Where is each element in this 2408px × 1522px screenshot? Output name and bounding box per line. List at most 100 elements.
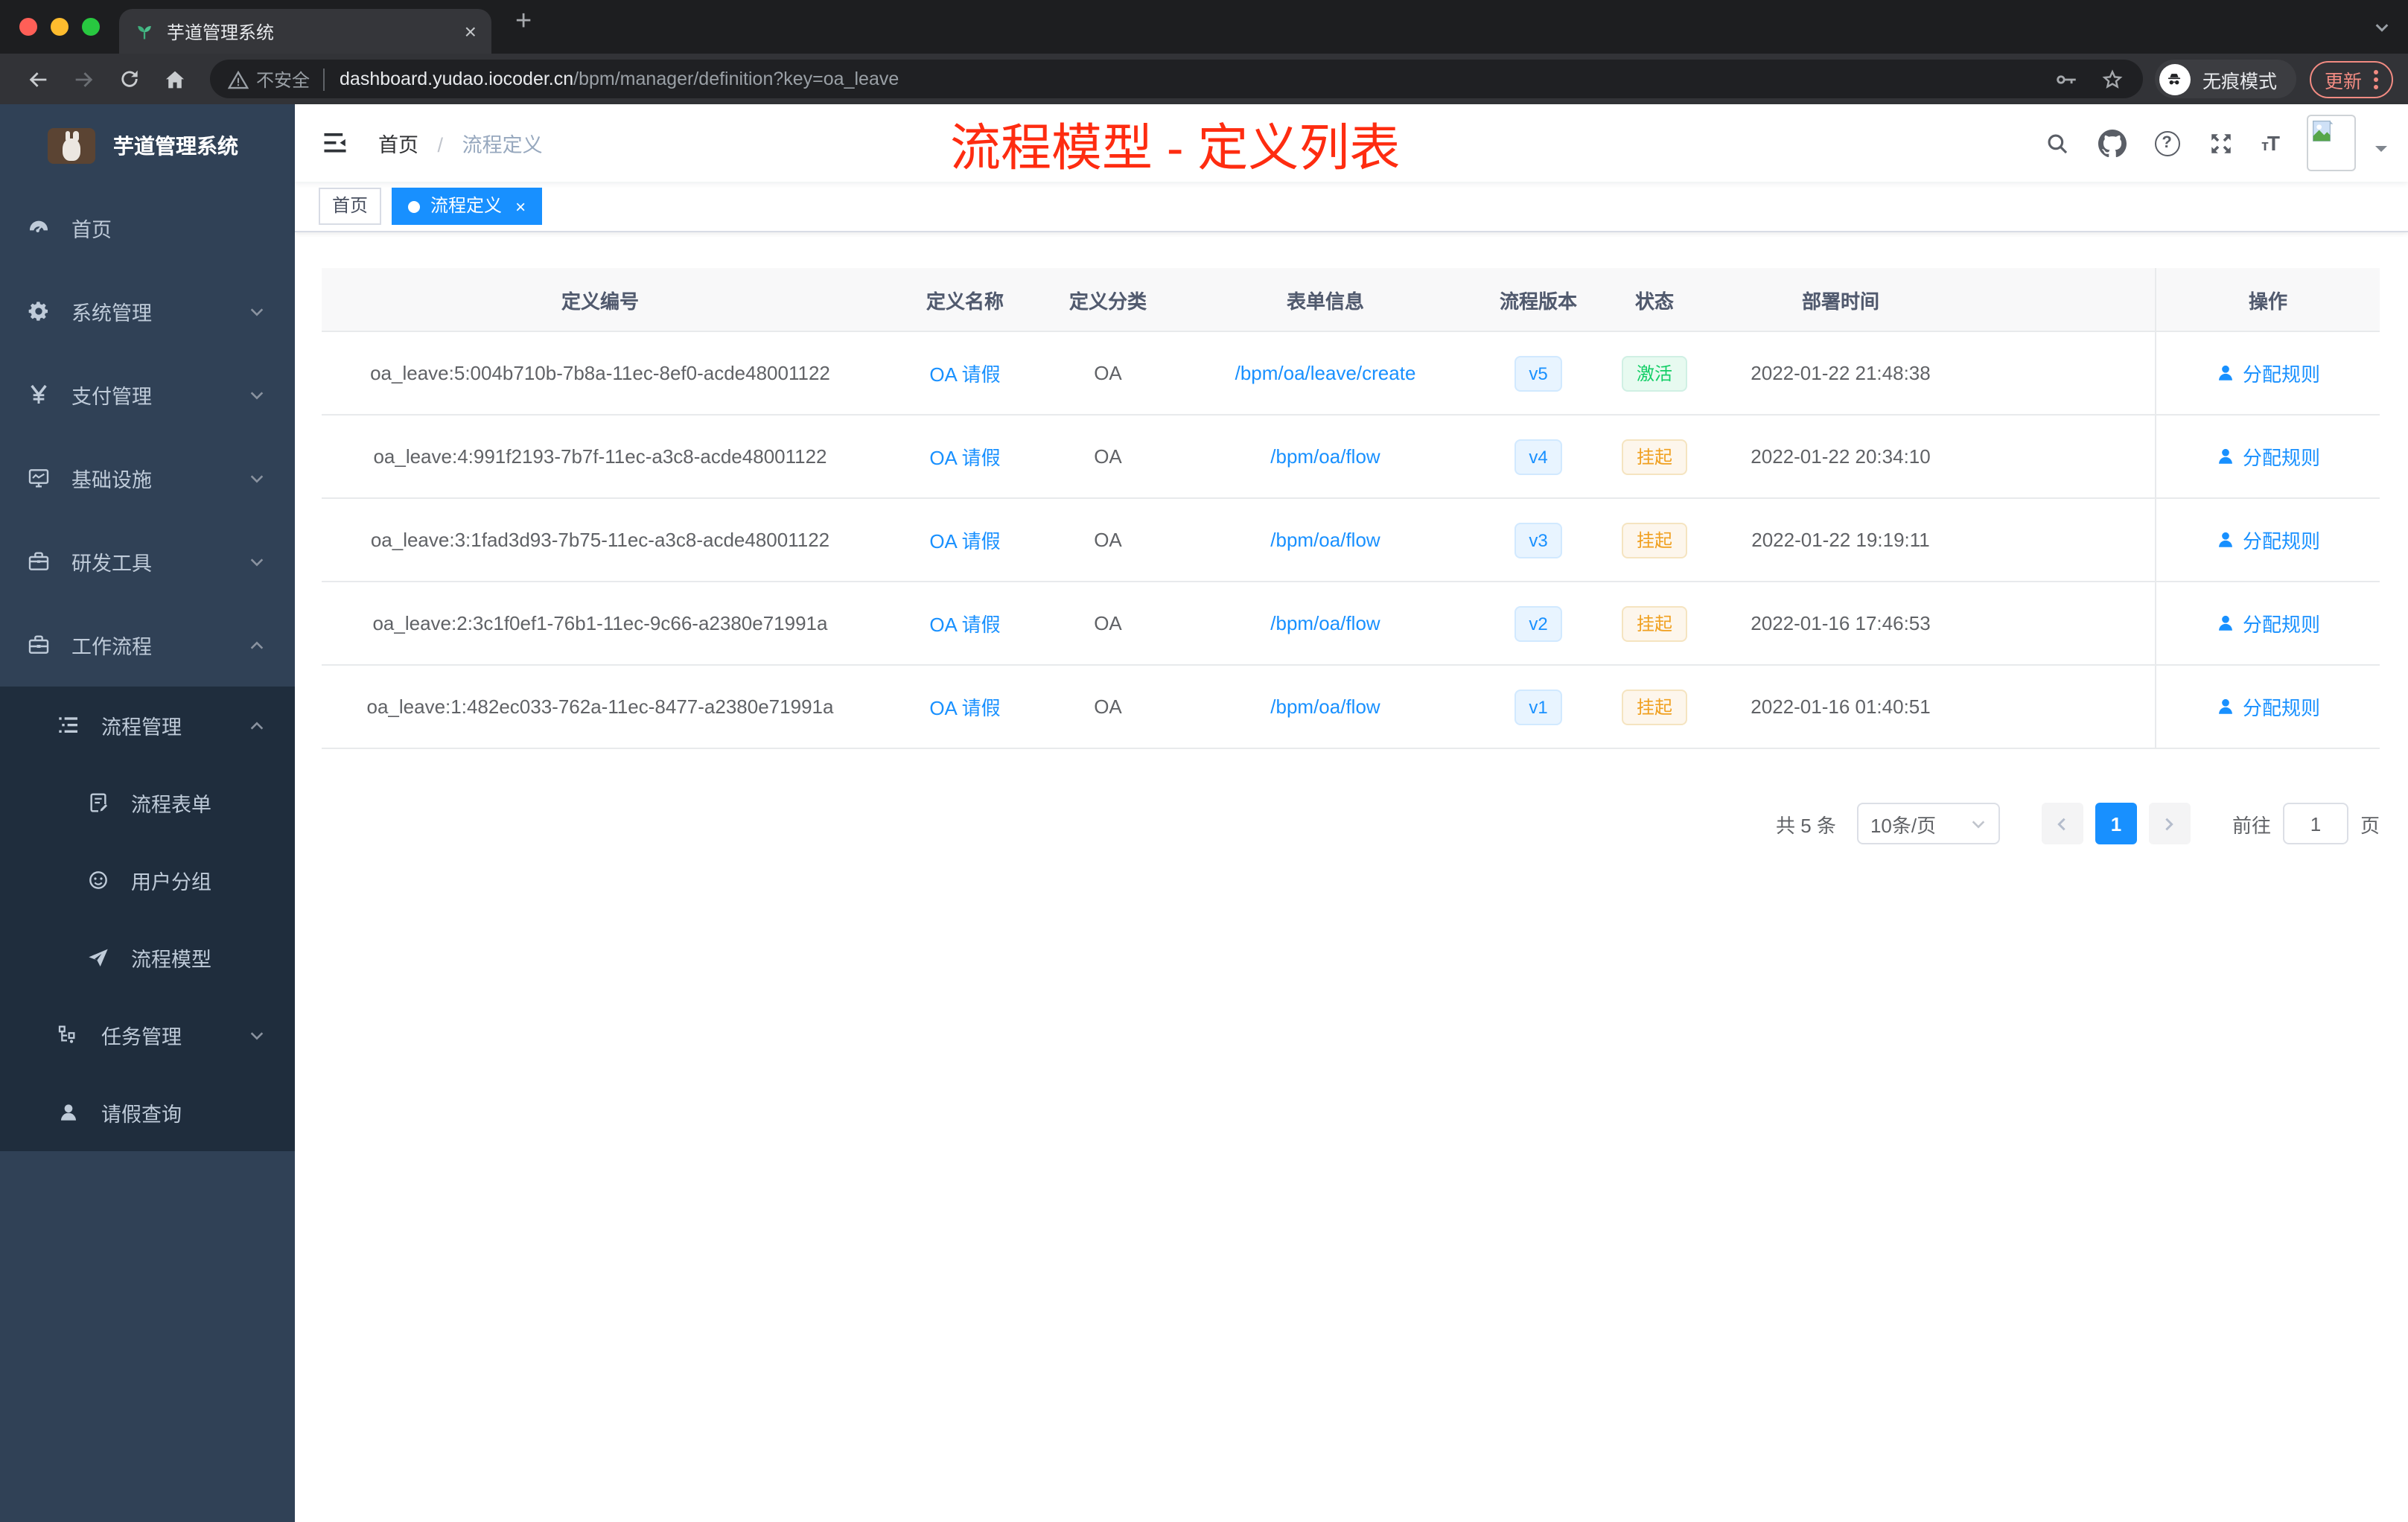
deploy-time: 2022-01-16 17:46:53: [1751, 612, 1931, 634]
definition-name-link[interactable]: OA 请假: [929, 442, 1000, 471]
app-header: 首页 / 流程定义 流程模型 - 定义列表 ? тT: [295, 104, 2408, 182]
sidebar-item-payment[interactable]: 支付管理: [0, 353, 295, 436]
browser-menu-dots-icon[interactable]: [2374, 69, 2378, 89]
definition-name-link[interactable]: OA 请假: [929, 359, 1000, 387]
current-page-button[interactable]: 1: [2095, 803, 2137, 844]
sidebar-item-user-group[interactable]: 用户分组: [0, 841, 295, 919]
sidebar-item-home[interactable]: 首页: [0, 186, 295, 270]
goto-page-input[interactable]: [2282, 803, 2348, 844]
definition-table: 定义编号 定义名称 定义分类 表单信息 流程版本 状态 部署时间 操作 oa_l…: [322, 268, 2380, 749]
assign-rule-link[interactable]: 分配规则: [2216, 359, 2320, 387]
tab-close-icon[interactable]: ×: [465, 21, 477, 42]
status-badge: 挂起: [1621, 605, 1687, 641]
goto-label: 前往: [2232, 814, 2271, 836]
password-key-icon[interactable]: [2054, 66, 2079, 92]
home-button[interactable]: [162, 66, 188, 92]
search-icon[interactable]: [2044, 130, 2069, 156]
close-window-button[interactable]: [19, 18, 37, 36]
table-header-row: 定义编号 定义名称 定义分类 表单信息 流程版本 状态 部署时间 操作: [322, 268, 2380, 332]
page-size-select[interactable]: 10条/页: [1856, 803, 2000, 844]
sidebar-logo[interactable]: 芋道管理系统: [0, 104, 295, 186]
reload-button[interactable]: [118, 67, 141, 91]
version-badge: v1: [1514, 689, 1563, 725]
fullscreen-icon[interactable]: [2208, 130, 2233, 156]
tag-close-icon[interactable]: ×: [515, 197, 526, 215]
form-info-link[interactable]: /bpm/oa/flow: [1270, 695, 1380, 718]
sidebar-item-process-model[interactable]: 流程模型: [0, 919, 295, 996]
chevron-up-icon: [250, 640, 264, 649]
form-info-link[interactable]: /bpm/oa/flow: [1270, 529, 1380, 551]
zoom-window-button[interactable]: [82, 18, 100, 36]
col-header-version: 流程版本: [1499, 290, 1577, 312]
definition-category: OA: [1094, 612, 1122, 634]
url-separator: [323, 68, 325, 90]
sidebar-item-task-mgmt[interactable]: 任务管理: [0, 996, 295, 1074]
red-annotation: 流程模型 - 定义列表: [950, 121, 1401, 177]
table-row: oa_leave:2:3c1f0ef1-76b1-11ec-9c66-a2380…: [322, 582, 2380, 666]
definition-name-link[interactable]: OA 请假: [929, 609, 1000, 637]
form-info-link[interactable]: /bpm/oa/flow: [1270, 445, 1380, 468]
sidebar-item-system[interactable]: 系统管理: [0, 270, 295, 353]
workflow-submenu: 流程管理 流程表单 用户分组 流程模型 任务管理 请假查询: [0, 687, 295, 1151]
table-row: oa_leave:3:1fad3d93-7b75-11ec-a3c8-acde4…: [322, 499, 2380, 582]
logo-title: 芋道管理系统: [113, 133, 238, 157]
status-badge: 激活: [1621, 355, 1687, 391]
tags-view-bar: 首页 流程定义 ×: [295, 182, 2408, 232]
user-icon: [61, 1104, 76, 1121]
deploy-time: 2022-01-16 01:40:51: [1751, 695, 1931, 718]
assign-rule-link[interactable]: 分配规则: [2216, 609, 2320, 637]
prev-page-button[interactable]: [2041, 803, 2083, 844]
help-icon[interactable]: ?: [2154, 130, 2180, 156]
breadcrumb: 首页 / 流程定义: [378, 128, 543, 158]
sidebar-fold-icon[interactable]: [322, 131, 348, 155]
sidebar-item-devtools[interactable]: 研发工具: [0, 520, 295, 603]
incognito-badge: 无痕模式: [2154, 60, 2296, 98]
address-bar[interactable]: 不安全 dashboard.yudao.iocoder.cn/bpm/manag…: [210, 60, 2143, 98]
github-icon[interactable]: [2098, 129, 2127, 157]
assign-rule-link[interactable]: 分配规则: [2216, 692, 2320, 721]
version-badge: v2: [1514, 605, 1563, 641]
chevron-down-icon: [250, 558, 264, 566]
definition-category: OA: [1094, 695, 1122, 718]
back-button[interactable]: [25, 66, 51, 92]
list-tree-icon: [59, 717, 77, 733]
tag-home[interactable]: 首页: [319, 188, 382, 225]
pagination-total: 共 5 条: [1776, 814, 1836, 836]
sidebar-item-process-mgmt[interactable]: 流程管理: [0, 687, 295, 764]
form-info-link[interactable]: /bpm/oa/flow: [1270, 612, 1380, 634]
not-secure-label: 不安全: [256, 69, 310, 90]
logo-avatar: [48, 127, 95, 163]
breadcrumb-home[interactable]: 首页: [378, 134, 418, 156]
tree-icon: [58, 1025, 75, 1043]
next-page-button[interactable]: [2148, 803, 2191, 844]
assign-rule-link[interactable]: 分配规则: [2216, 442, 2320, 471]
user-icon: [2219, 615, 2232, 631]
font-size-icon[interactable]: тT: [2261, 131, 2280, 155]
assign-rule-link[interactable]: 分配规则: [2216, 526, 2320, 554]
yuan-icon: [31, 384, 47, 404]
new-tab-button[interactable]: +: [515, 6, 532, 39]
sidebar-item-label: 研发工具: [71, 553, 152, 575]
col-header-name: 定义名称: [926, 290, 1004, 312]
deploy-time: 2022-01-22 20:34:10: [1751, 445, 1931, 468]
forward-button[interactable]: [71, 66, 97, 92]
status-badge: 挂起: [1621, 522, 1687, 558]
update-button[interactable]: 更新: [2309, 60, 2393, 98]
tag-process-definition[interactable]: 流程定义 ×: [392, 188, 543, 225]
avatar-caret-icon[interactable]: [2375, 146, 2387, 158]
form-info-link[interactable]: /bpm/oa/leave/create: [1235, 362, 1416, 384]
sidebar-item-process-form[interactable]: 流程表单: [0, 764, 295, 841]
definition-name-link[interactable]: OA 请假: [929, 692, 1000, 721]
sidebar-item-workflow[interactable]: 工作流程: [0, 603, 295, 687]
tab-title: 芋道管理系统: [167, 22, 275, 42]
active-tag-dot: [408, 200, 421, 212]
bookmark-star-icon[interactable]: [2100, 66, 2125, 92]
tab-search-chevron-icon[interactable]: [2374, 19, 2390, 36]
definition-name-link[interactable]: OA 请假: [929, 526, 1000, 554]
minimize-window-button[interactable]: [51, 18, 69, 36]
sidebar-item-leave-query[interactable]: 请假查询: [0, 1074, 295, 1151]
avatar[interactable]: [2307, 115, 2356, 171]
sidebar-item-infra[interactable]: 基础设施: [0, 436, 295, 520]
browser-tab[interactable]: 芋道管理系统 ×: [119, 9, 491, 54]
tag-label: 流程定义: [430, 195, 503, 216]
